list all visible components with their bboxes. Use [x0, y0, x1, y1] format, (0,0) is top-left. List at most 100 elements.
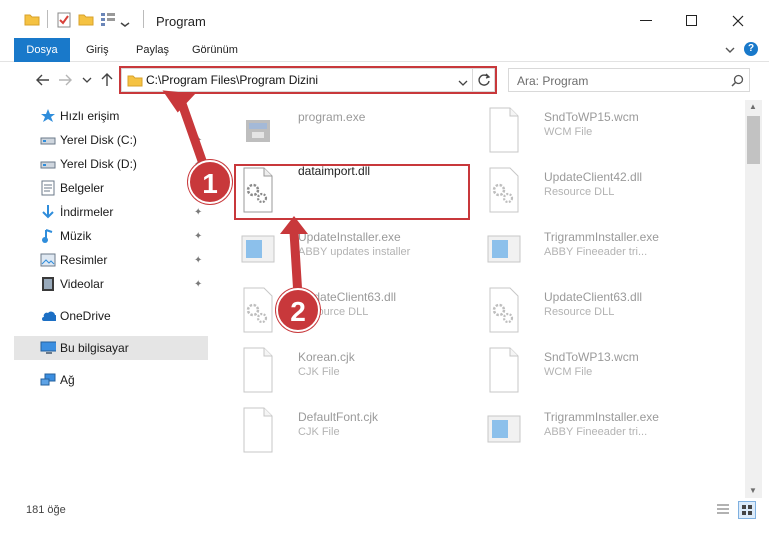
installer-icon — [484, 406, 522, 454]
file-item[interactable]: Korean.cjk CJK File — [230, 342, 470, 398]
file-type: WCM File — [544, 126, 593, 138]
navigation-bar: C:\Program Files\Program Dizini Ara: Pro… — [0, 62, 769, 98]
new-folder-icon[interactable] — [78, 12, 94, 29]
blank-file-icon — [484, 346, 522, 394]
installer-icon — [238, 226, 276, 274]
pin-icon[interactable]: ✦ — [194, 279, 202, 290]
close-button[interactable] — [718, 8, 758, 34]
file-item[interactable]: UpdateClient42.dll Resource DLL — [476, 162, 716, 218]
file-item[interactable]: SndToWP13.wcm WCM File — [476, 342, 716, 398]
file-item[interactable]: TrigrammInstaller.exe ABBY Fineeader tri… — [476, 222, 716, 278]
forward-arrow-icon[interactable] — [56, 71, 74, 89]
status-bar: 181 öğe — [0, 498, 769, 522]
sidebar-item-network[interactable]: Ağ — [14, 368, 208, 392]
blank-file-icon — [238, 406, 276, 454]
file-name: DefaultFont.cjk — [298, 410, 379, 424]
search-input[interactable]: Ara: Program — [508, 68, 750, 92]
file-item[interactable]: program.exe — [230, 102, 470, 158]
scroll-up-arrow-icon[interactable]: ▲ — [749, 102, 757, 111]
file-type: Resource DLL — [544, 186, 615, 198]
view-options-icon[interactable] — [100, 12, 118, 29]
ribbon-expand-chevron-icon[interactable] — [724, 44, 736, 58]
recent-locations-chevron-icon[interactable] — [78, 71, 96, 89]
sidebar-item-local-disk-c[interactable]: Yerel Disk (C:) ✦ — [14, 128, 208, 152]
pin-icon[interactable]: ✦ — [194, 135, 202, 146]
properties-icon[interactable] — [56, 12, 72, 31]
details-view-icon[interactable] — [716, 503, 730, 520]
back-arrow-icon[interactable] — [34, 71, 52, 89]
drive-icon — [40, 156, 56, 172]
folder-icon — [24, 12, 40, 29]
sidebar-item-label: Müzik — [60, 229, 92, 243]
file-item[interactable]: UpdateClient63.dll Resource DLL — [230, 282, 470, 338]
blank-file-icon — [484, 106, 522, 154]
sidebar-item-label: Resimler — [60, 253, 108, 267]
blank-file-icon — [238, 346, 276, 394]
dll-file-icon — [484, 166, 522, 214]
file-name: UpdateClient63.dll — [544, 290, 643, 304]
sidebar-item-downloads[interactable]: İndirmeler ✦ — [14, 200, 208, 224]
pin-icon[interactable]: ✦ — [194, 207, 202, 218]
sidebar-item-videos[interactable]: Videolar ✦ — [14, 272, 208, 296]
help-icon[interactable]: ? — [744, 42, 758, 56]
sidebar-item-pictures[interactable]: Resimler ✦ — [14, 248, 208, 272]
file-type: CJK File — [298, 366, 340, 378]
vertical-scrollbar[interactable]: ▲ ▼ — [745, 100, 762, 498]
music-icon — [40, 228, 56, 244]
sidebar-item-local-disk-d[interactable]: Yerel Disk (D:) ✦ — [14, 152, 208, 176]
address-highlight-box — [119, 66, 497, 94]
sidebar-item-documents[interactable]: Belgeler ✦ — [14, 176, 208, 200]
navigation-pane: Hızlı erişim Yerel Disk (C:) ✦ Yerel Dis… — [14, 100, 212, 490]
item-count: 181 öğe — [26, 504, 66, 516]
up-arrow-icon[interactable] — [98, 71, 116, 89]
sidebar-item-label: İndirmeler — [60, 205, 114, 219]
file-type: ABBY Fineeader tri... — [544, 246, 648, 258]
file-name: TrigrammInstaller.exe — [544, 410, 659, 424]
file-type: CJK File — [298, 426, 340, 438]
installer-icon — [484, 226, 522, 274]
sidebar-item-label: Hızlı erişim — [60, 109, 120, 123]
maximize-button[interactable] — [672, 8, 712, 34]
minimize-button[interactable] — [626, 8, 666, 34]
file-name: TrigrammInstaller.exe — [544, 230, 659, 244]
file-name: UpdateClient42.dll — [544, 170, 643, 184]
file-name: Korean.cjk — [298, 350, 355, 364]
large-icons-view-icon[interactable] — [738, 501, 756, 519]
download-icon — [40, 204, 56, 220]
sidebar-item-label: Yerel Disk (C:) — [60, 133, 137, 147]
cloud-icon — [40, 308, 56, 324]
sidebar-item-label: Ağ — [60, 373, 75, 387]
tab-home[interactable]: Giriş — [82, 38, 113, 62]
sidebar-item-label: Belgeler — [60, 181, 105, 195]
toolbar-divider — [47, 10, 48, 28]
scroll-thumb[interactable] — [747, 116, 760, 164]
file-item[interactable]: UpdateClient63.dll Resource DLL — [476, 282, 716, 338]
videos-icon — [40, 276, 56, 292]
step-1-badge: 1 — [188, 160, 232, 204]
title-divider — [143, 10, 144, 28]
tab-share[interactable]: Paylaş — [132, 38, 173, 62]
dll-file-icon — [238, 286, 276, 334]
sidebar-item-quick-access[interactable]: Hızlı erişim — [14, 104, 208, 128]
sidebar-item-this-pc[interactable]: Bu bilgisayar — [14, 336, 208, 360]
customize-toolbar-chevron-icon[interactable] — [120, 16, 130, 30]
pin-icon[interactable]: ✦ — [194, 255, 202, 266]
drive-icon — [40, 132, 56, 148]
sidebar-item-label: Yerel Disk (D:) — [60, 157, 137, 171]
pin-icon[interactable]: ✦ — [194, 231, 202, 242]
pictures-icon — [40, 252, 56, 268]
exe-file-icon — [238, 106, 276, 154]
sidebar-item-onedrive[interactable]: OneDrive — [14, 304, 208, 328]
file-item[interactable]: UpdateInstaller.exe ABBY updates install… — [230, 222, 470, 278]
file-item[interactable]: TrigrammInstaller.exe ABBY Fineeader tri… — [476, 402, 716, 458]
sidebar-item-label: Videolar — [60, 277, 104, 291]
tab-view[interactable]: Görünüm — [188, 38, 242, 62]
scroll-down-arrow-icon[interactable]: ▼ — [749, 486, 757, 495]
network-icon — [40, 372, 56, 388]
file-item[interactable]: DefaultFont.cjk CJK File — [230, 402, 470, 458]
sidebar-item-music[interactable]: Müzik ✦ — [14, 224, 208, 248]
file-item[interactable]: SndToWP15.wcm WCM File — [476, 102, 716, 158]
sidebar-item-label: OneDrive — [60, 309, 111, 323]
file-type: ABBY Fineeader tri... — [544, 426, 648, 438]
file-type: Resource DLL — [544, 306, 615, 318]
